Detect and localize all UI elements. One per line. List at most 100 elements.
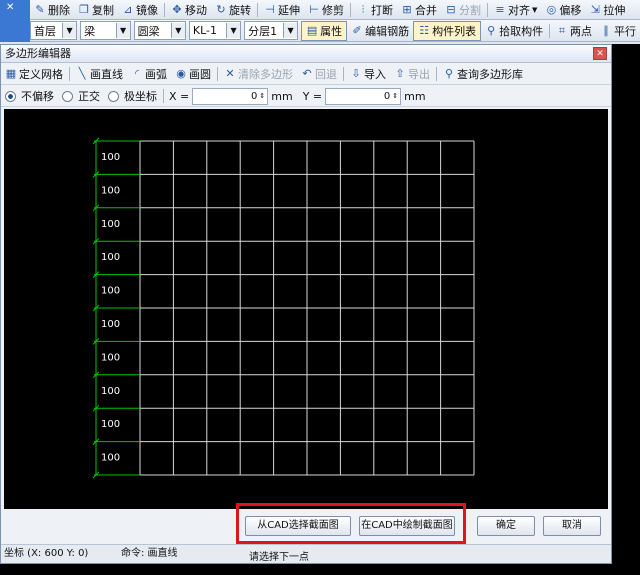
stretch-button[interactable]: ⇲ 拉伸	[585, 1, 629, 19]
stretch-icon: ⇲	[590, 2, 600, 16]
close-icon[interactable]: ✕	[0, 0, 30, 15]
row-dimension-label: 100	[101, 319, 120, 330]
component-toolbar: 首层 ▼ 梁 ▼ 圆梁 ▼ KL-1 ▼ 分层1 ▼ ▤ 属性 ✐ 编辑钢筋 ☷ 构件列表 ⚲ 拾…	[30, 20, 640, 42]
drawing-area-background	[612, 44, 640, 575]
align-icon: ≡	[495, 2, 505, 16]
row-dimension-label: 100	[101, 386, 120, 397]
rotate-icon: ↻	[216, 2, 226, 16]
break-button[interactable]: ⫶ 打断	[353, 1, 397, 19]
bottom-drawing-strip	[0, 564, 640, 575]
circle-icon: ◉	[176, 67, 186, 80]
extend-button[interactable]: ⊣ 延伸	[260, 1, 304, 19]
row-dimension-label: 100	[101, 252, 120, 263]
radio-icon	[62, 90, 73, 102]
draw-arc-button[interactable]: ◜ 画弧	[127, 65, 171, 83]
export-button[interactable]: ⇧ 导出	[390, 65, 434, 83]
mirror-button[interactable]: ⊿ 镜像	[118, 1, 162, 19]
x-label: X =	[169, 89, 190, 103]
prompt-text: 请选择下一点	[249, 552, 309, 563]
layer-select[interactable]: 分层1 ▼	[244, 21, 299, 40]
query-library-button[interactable]: ⚲ 查询多边形库	[439, 65, 527, 83]
two-points-icon: ⌗	[558, 23, 566, 37]
properties-icon: ▤	[306, 23, 318, 37]
grid-icon: ▦	[5, 67, 17, 80]
command-text: 命令: 画直线	[121, 548, 178, 559]
spinner-icon: ⇕	[259, 92, 266, 100]
clear-icon: ✕	[225, 67, 235, 80]
component-select[interactable]: KL-1 ▼	[188, 21, 242, 40]
merge-icon: ⊞	[402, 2, 412, 16]
orthogonal-radio[interactable]: 正交	[58, 87, 104, 105]
no-offset-radio[interactable]: 不偏移	[1, 87, 58, 105]
mirror-icon: ⊿	[123, 2, 133, 16]
radio-icon	[108, 90, 119, 102]
align-button[interactable]: ≡ 对齐 ▼	[490, 1, 541, 19]
app-left-strip: ✕	[0, 0, 30, 42]
component-list-button[interactable]: ☷ 构件列表	[413, 20, 482, 41]
type-select[interactable]: 圆梁 ▼	[133, 21, 186, 40]
row-dimension-label: 100	[101, 419, 120, 430]
trim-icon: ⊢	[309, 2, 319, 16]
spinner-icon: ⇕	[392, 92, 399, 100]
draw-circle-button[interactable]: ◉ 画圆	[171, 65, 215, 83]
pick-component-button[interactable]: ⚲ 拾取构件	[481, 22, 547, 40]
edit-rebar-button[interactable]: ✐ 编辑钢筋	[347, 22, 413, 40]
ok-button[interactable]: 确定	[477, 516, 535, 536]
offset-button[interactable]: ◎ 偏移	[541, 1, 585, 19]
coordinate-readout: 坐标 (X: 600 Y: 0)	[4, 548, 89, 559]
row-dimension-label: 100	[101, 219, 120, 230]
split-button[interactable]: ⊟ 分割	[441, 1, 485, 19]
move-button[interactable]: ✥ 移动	[167, 1, 211, 19]
row-dimension-label: 100	[101, 453, 120, 464]
highlight-box	[236, 503, 466, 544]
rotate-button[interactable]: ↻ 旋转	[211, 1, 255, 19]
define-grid-button[interactable]: ▦ 定义网格	[1, 65, 67, 83]
offset-icon: ◎	[546, 2, 557, 16]
parallel-button[interactable]: ∥ 平行	[596, 22, 640, 40]
dialog-title: 多边形编辑器	[1, 45, 611, 63]
copy-button[interactable]: ❐ 复制	[74, 1, 118, 19]
polygon-editor-dialog: 多边形编辑器 ✕ ▦ 定义网格 ╲ 画直线 ◜ 画弧 ◉ 画圆 ✕ 清除多边形 ↶ 回退 ⇩…	[0, 44, 612, 564]
parallel-icon: ∥	[603, 23, 609, 37]
delete-button[interactable]: ✎ 删除	[30, 1, 74, 19]
category-select[interactable]: 梁 ▼	[80, 21, 131, 40]
close-icon[interactable]: ✕	[593, 47, 607, 60]
y-input[interactable]: 0 ⇕	[325, 87, 402, 105]
two-points-button[interactable]: ⌗ 两点	[552, 22, 596, 40]
y-label: Y =	[302, 89, 323, 103]
draw-line-button[interactable]: ╲ 画直线	[72, 65, 127, 83]
clear-polygon-button[interactable]: ✕ 清除多边形	[220, 65, 297, 83]
arc-icon: ◜	[134, 67, 140, 80]
merge-button[interactable]: ⊞ 合并	[397, 1, 441, 19]
polar-radio[interactable]: 极坐标	[104, 87, 161, 105]
chevron-down-icon: ▼	[226, 23, 241, 38]
x-input[interactable]: 0 ⇕	[192, 87, 269, 105]
import-button[interactable]: ⇩ 导入	[346, 65, 390, 83]
status-bar: 坐标 (X: 600 Y: 0) 命令: 画直线 请选择下一点	[1, 544, 611, 563]
chevron-down-icon: ▼	[170, 23, 185, 38]
row-dimension-label: 100	[101, 185, 120, 196]
split-icon: ⊟	[446, 2, 456, 16]
trim-button[interactable]: ⊢ 修剪	[304, 1, 348, 19]
row-dimension-label: 100	[101, 152, 120, 163]
import-icon: ⇩	[351, 67, 361, 80]
undo-icon: ↶	[302, 67, 312, 80]
y-unit: mm	[404, 89, 426, 103]
floor-select[interactable]: 首层 ▼	[30, 21, 78, 40]
search-icon: ⚲	[444, 67, 454, 80]
copy-icon: ❐	[79, 2, 89, 16]
pick-component-icon: ⚲	[487, 23, 496, 37]
undo-button[interactable]: ↶ 回退	[297, 65, 341, 83]
grid-drawing[interactable]: 1001001001001001001001001001001001001001…	[4, 109, 608, 509]
cancel-button[interactable]: 取消	[543, 516, 601, 536]
chevron-down-icon: ▼	[532, 5, 538, 14]
polygon-canvas[interactable]: 1001001001001001001001001001001001001001…	[4, 109, 608, 509]
export-icon: ⇧	[395, 67, 405, 80]
break-icon: ⫶	[361, 2, 365, 16]
line-icon: ╲	[78, 67, 86, 80]
properties-button[interactable]: ▤ 属性	[301, 20, 348, 41]
chevron-down-icon: ▼	[283, 23, 298, 38]
row-dimension-label: 100	[101, 286, 120, 297]
component-list-icon: ☷	[419, 23, 430, 37]
chevron-down-icon: ▼	[62, 23, 77, 38]
